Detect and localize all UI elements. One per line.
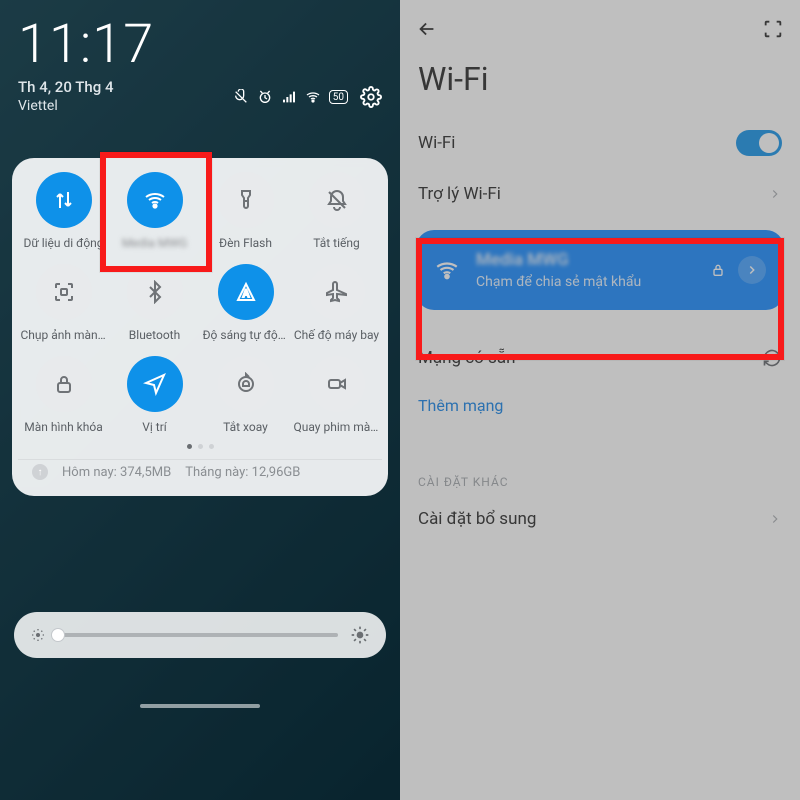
location-icon[interactable] xyxy=(127,356,183,412)
brightness-slider[interactable] xyxy=(14,612,386,658)
qs-label: Đèn Flash xyxy=(219,236,272,250)
qs-tile-bluetooth[interactable]: Bluetooth xyxy=(109,264,200,342)
brightness-high-icon xyxy=(350,625,370,645)
auto-bright-icon[interactable]: A xyxy=(218,264,274,320)
settings-gear-icon[interactable] xyxy=(360,86,382,108)
wifi-toggle-label: Wi-Fi xyxy=(418,133,455,153)
other-settings-heading: CÀI ĐẶT KHÁC xyxy=(400,475,800,495)
clock-block: 11:17 Th 4, 20 Thg 4 Viettel xyxy=(18,18,154,114)
carrier-name: Viettel xyxy=(18,98,154,114)
airplane-icon[interactable] xyxy=(309,264,365,320)
wifi-status-icon xyxy=(305,89,321,105)
wifi-toggle-switch[interactable] xyxy=(736,130,782,156)
video-icon[interactable] xyxy=(309,356,365,412)
wifi-assistant-label: Trợ lý Wi-Fi xyxy=(418,184,501,204)
highlight-box-wifi-tile xyxy=(100,152,212,272)
scan-qr-icon[interactable] xyxy=(762,18,784,40)
additional-settings-row[interactable]: Cài đặt bổ sung xyxy=(400,495,800,543)
mute-icon[interactable] xyxy=(309,172,365,228)
status-icons: 50 xyxy=(233,89,348,105)
qs-tile-airplane[interactable]: Chế độ máy bay xyxy=(291,264,382,342)
data-arrows-icon[interactable] xyxy=(36,172,92,228)
qs-tile-location[interactable]: Vị trí xyxy=(109,356,200,434)
page-title: Wi-Fi xyxy=(400,50,800,116)
rotate-lock-icon[interactable] xyxy=(218,356,274,412)
back-button[interactable] xyxy=(416,18,438,40)
chevron-right-icon xyxy=(768,187,782,201)
wifi-toggle-row[interactable]: Wi-Fi xyxy=(400,116,800,170)
data-usage-icon: ↑ xyxy=(32,464,48,480)
left-phone: 11:17 Th 4, 20 Thg 4 Viettel xyxy=(0,0,400,800)
brightness-low-icon xyxy=(30,627,46,643)
page-dots[interactable] xyxy=(18,444,382,449)
signal-icon xyxy=(281,89,297,105)
svg-text:A: A xyxy=(242,289,249,300)
qs-tile-mute[interactable]: Tắt tiếng xyxy=(291,172,382,250)
qs-tile-video[interactable]: Quay phim màn hình xyxy=(291,356,382,434)
qs-tile-auto-bright[interactable]: A Độ sáng tự động xyxy=(200,264,291,342)
chevron-right-icon xyxy=(768,512,782,526)
battery-pill: 50 xyxy=(329,90,348,104)
qs-tile-flashlight[interactable]: Đèn Flash xyxy=(200,172,291,250)
qs-tile-screenshot[interactable]: Chụp ảnh màn hình xyxy=(18,264,109,342)
qs-label: Chụp ảnh màn hình xyxy=(21,328,107,342)
additional-settings-label: Cài đặt bổ sung xyxy=(418,509,536,529)
right-phone: Wi-Fi Wi-Fi Trợ lý Wi-Fi Media MWG Chạm … xyxy=(400,0,800,800)
alarm-icon xyxy=(257,89,273,105)
add-network-link[interactable]: Thêm mạng xyxy=(400,382,800,441)
clock-date: Th 4, 20 Thg 4 xyxy=(18,78,154,96)
qs-label: Tắt tiếng xyxy=(313,236,360,250)
bluetooth-icon[interactable] xyxy=(127,264,183,320)
qs-label: Dữ liệu di động xyxy=(23,236,103,250)
qs-label: Quay phim màn hình xyxy=(294,420,380,434)
data-usage-row[interactable]: ↑ Hôm nay: 374,5MB Tháng này: 12,96GB xyxy=(18,459,382,486)
qs-label: Độ sáng tự động xyxy=(203,328,289,342)
home-indicator[interactable] xyxy=(140,704,260,708)
qs-label: Tắt xoay xyxy=(223,420,268,434)
qs-tile-data-arrows[interactable]: Dữ liệu di động xyxy=(18,172,109,250)
qs-label: Chế độ máy bay xyxy=(294,328,379,342)
qs-tile-rotate-lock[interactable]: Tắt xoay xyxy=(200,356,291,434)
screenshot-icon[interactable] xyxy=(36,264,92,320)
qs-label: Vị trí xyxy=(142,420,167,434)
highlight-box-connected-network xyxy=(416,238,784,360)
vibrate-icon xyxy=(233,89,249,105)
clock-time: 11:17 xyxy=(18,18,154,72)
qs-label: Bluetooth xyxy=(129,328,180,342)
wifi-assistant-row[interactable]: Trợ lý Wi-Fi xyxy=(400,170,800,218)
qs-label: Màn hình khóa xyxy=(24,420,102,434)
lock-icon[interactable] xyxy=(36,356,92,412)
qs-tile-lock[interactable]: Màn hình khóa xyxy=(18,356,109,434)
flashlight-icon[interactable] xyxy=(218,172,274,228)
